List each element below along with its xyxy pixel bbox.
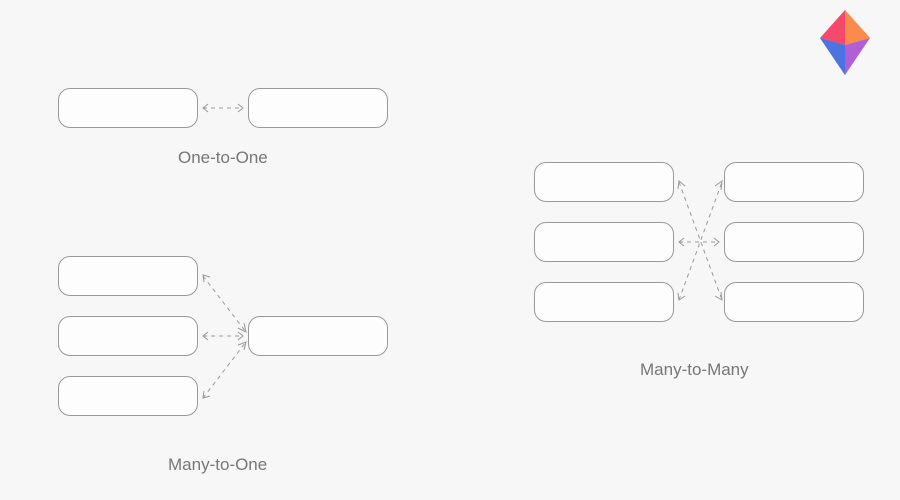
diagram-label: One-to-One <box>178 148 268 168</box>
entity-box <box>724 282 864 322</box>
connector-line <box>198 270 253 340</box>
diamond-logo-icon <box>820 10 870 75</box>
entity-box <box>58 316 198 356</box>
connector-line <box>198 331 248 341</box>
entity-box <box>534 162 674 202</box>
entity-box <box>58 88 198 128</box>
entity-box <box>724 222 864 262</box>
entity-box <box>534 222 674 262</box>
connector-line <box>674 176 729 306</box>
connector-line <box>198 103 248 113</box>
diagram-label: Many-to-Many <box>640 360 749 380</box>
entity-box <box>58 376 198 416</box>
connector-line <box>674 176 729 306</box>
entity-box <box>248 316 388 356</box>
entity-box <box>534 282 674 322</box>
connector-line <box>198 336 253 406</box>
entity-box <box>58 256 198 296</box>
diagram-label: Many-to-One <box>168 455 267 475</box>
connector-line <box>674 237 724 247</box>
entity-box <box>724 162 864 202</box>
entity-box <box>248 88 388 128</box>
